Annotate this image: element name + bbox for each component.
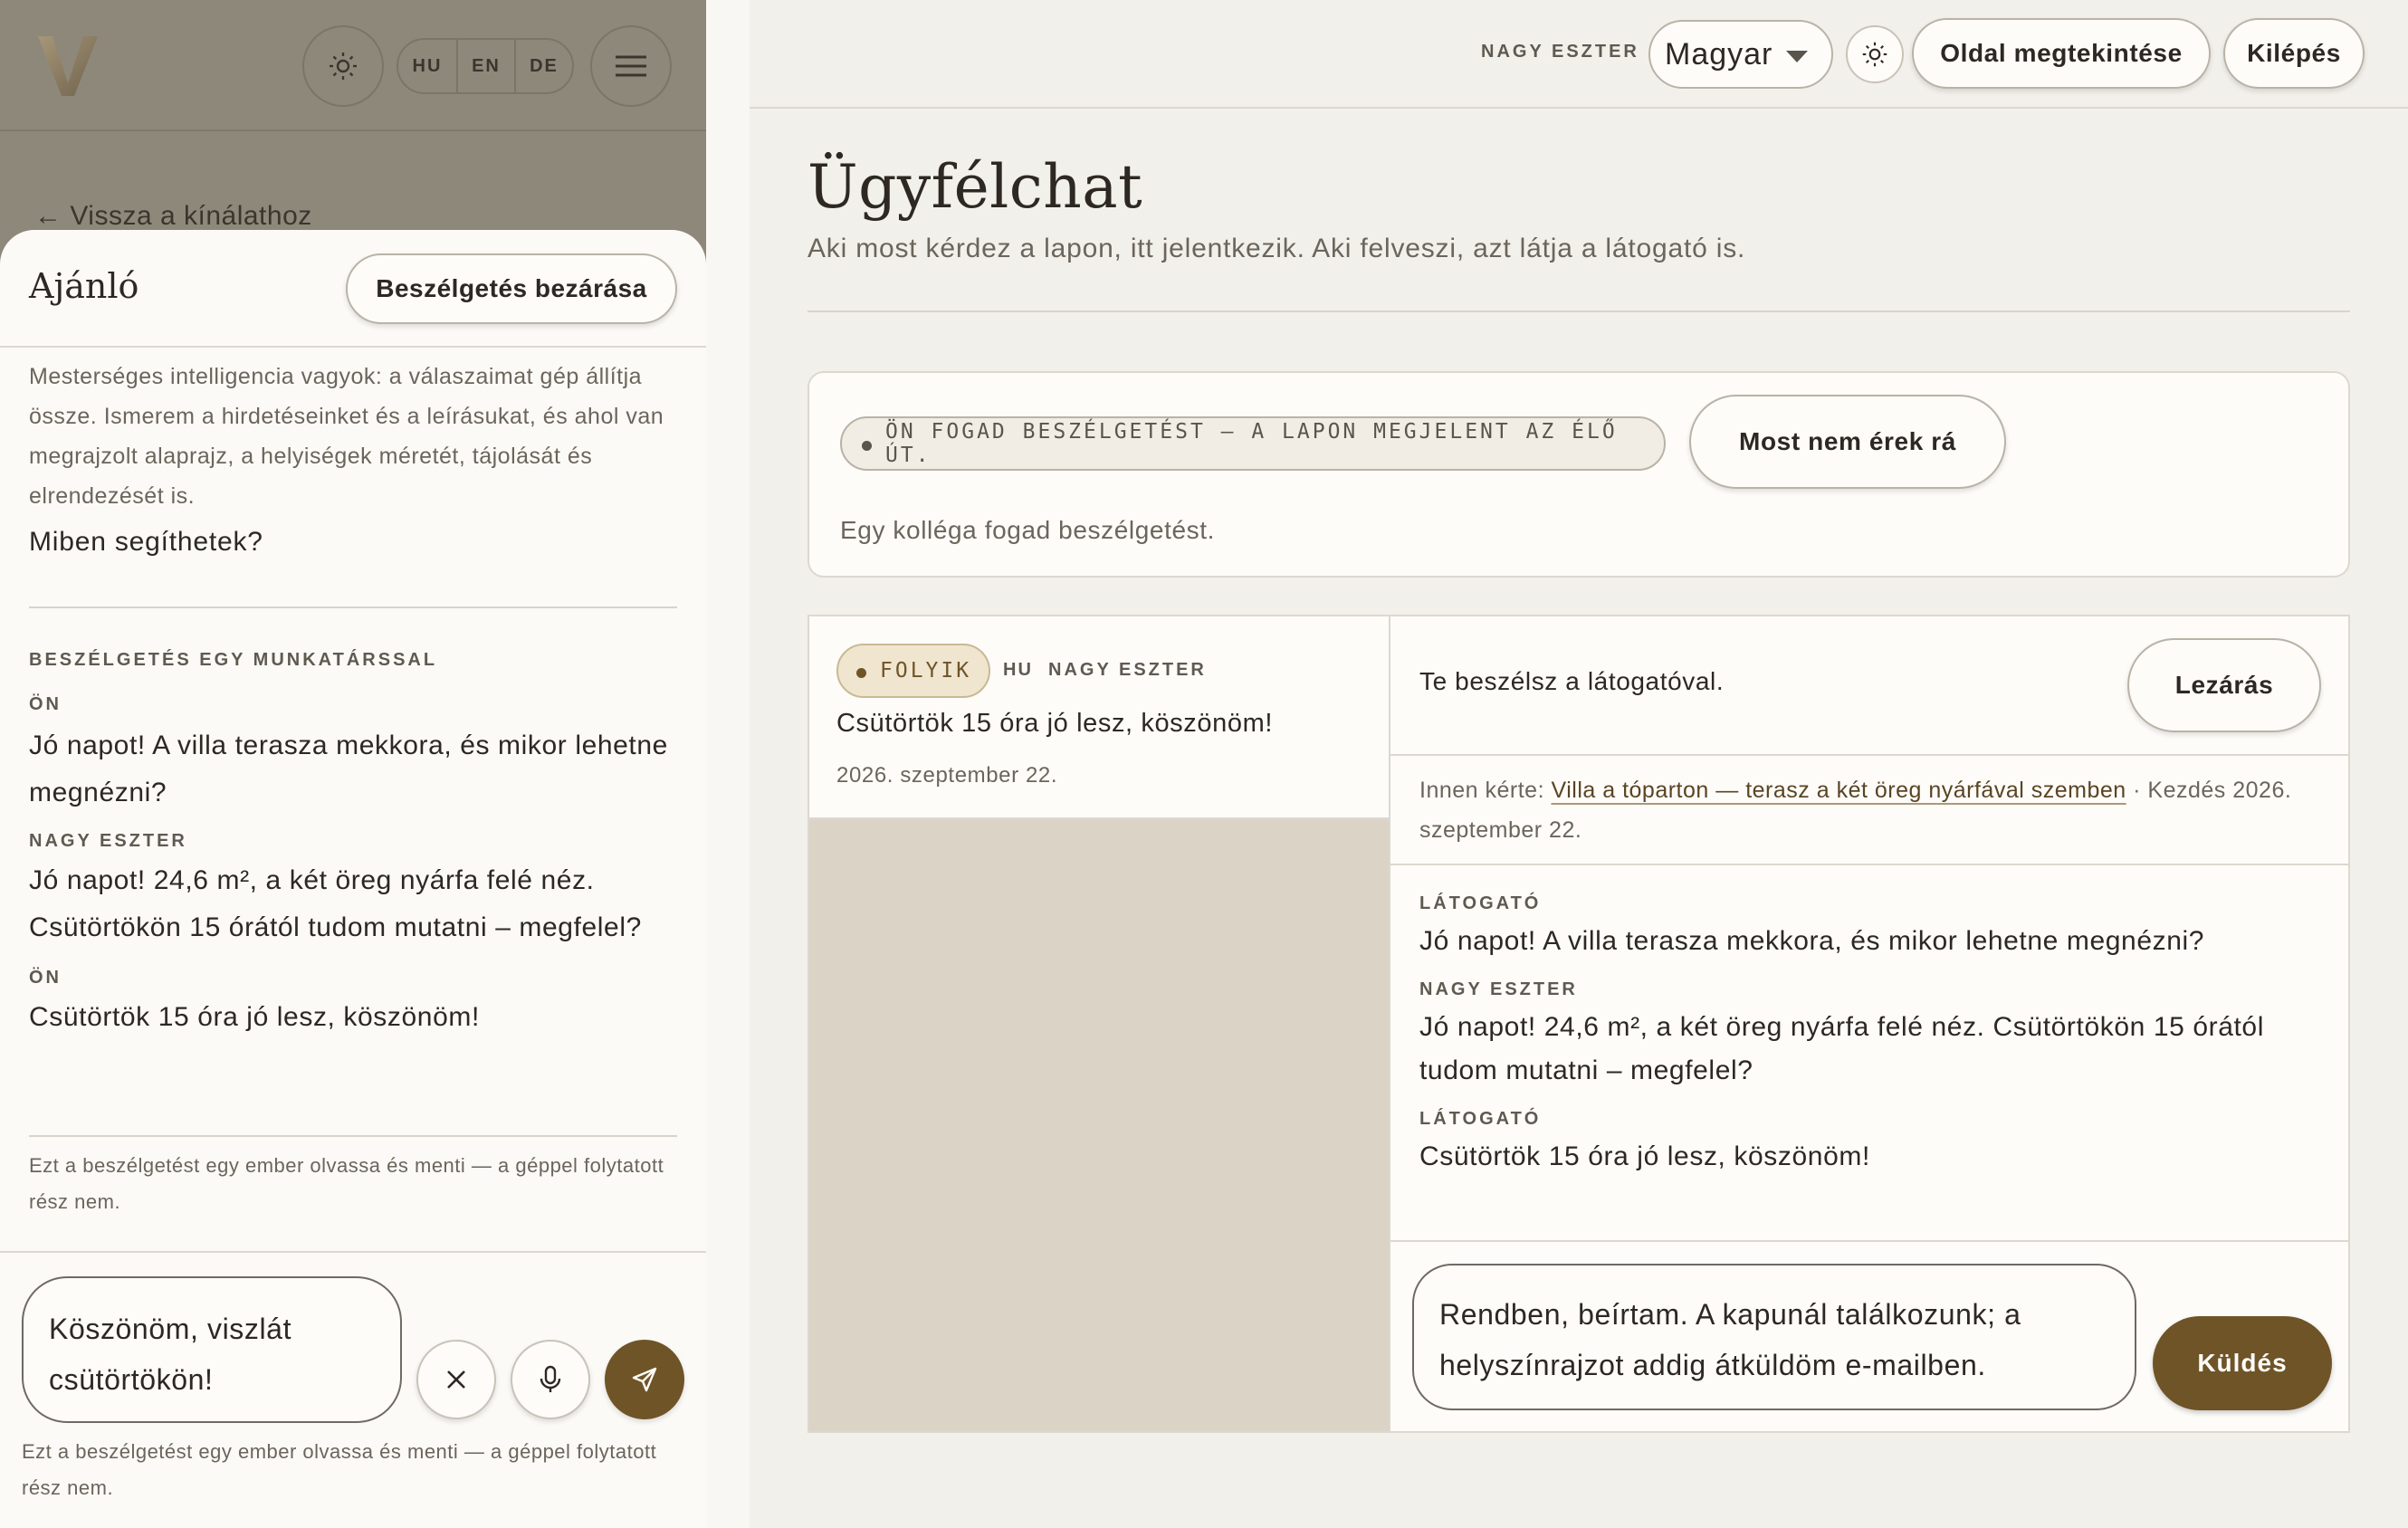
message-sender: NAGY ESZTER <box>29 831 187 851</box>
message-text: Jó napot! A villa terasza mekkora, és mi… <box>29 731 668 807</box>
conversation-detail: Te beszélsz a látogatóval. Lezárás Innen… <box>1390 616 2350 1431</box>
conversation-date: 2026. szeptember 22. <box>836 763 1058 788</box>
admin-topbar: NAGY ESZTER Magyar Oldal megtekintése Ki… <box>750 0 2408 109</box>
current-user: NAGY ESZTER <box>1481 42 1639 62</box>
conversation-list: FOLYIK HU NAGY ESZTER Csütörtök 15 óra j… <box>809 616 1390 1431</box>
ai-intro-text: Mesterséges intelligencia vagyok: a vála… <box>29 364 664 509</box>
availability-card: ÖN FOGAD BESZÉLGETÉST — A LAPON MEGJELEN… <box>807 371 2350 578</box>
status-dot <box>856 668 866 678</box>
lang-en[interactable]: EN <box>456 40 514 92</box>
language-switcher: HU EN DE <box>397 38 574 94</box>
availability-status-text: ÖN FOGAD BESZÉLGETÉST — A LAPON MEGJELEN… <box>885 420 1618 467</box>
page-title: Ügyfélchat <box>807 152 1143 222</box>
message-text: Jó napot! 24,6 m², a két öreg nyárfa fel… <box>1419 1012 2264 1085</box>
availability-status-badge: ÖN FOGAD BESZÉLGETÉST — A LAPON MEGJELEN… <box>840 416 1666 471</box>
clear-button[interactable] <box>416 1340 496 1419</box>
conversation-status-badge: FOLYIK <box>836 644 990 698</box>
message-text: Jó napot! A villa terasza mekkora, és mi… <box>1419 926 2205 956</box>
end-conversation-button[interactable]: Lezárás <box>2127 638 2321 732</box>
conversation-state: Te beszélsz a látogatóval. <box>1419 667 1725 695</box>
logout-button[interactable]: Kilépés <box>2223 18 2365 89</box>
divider <box>29 1135 677 1137</box>
menu-button[interactable] <box>590 25 672 107</box>
divider <box>1390 864 2350 865</box>
message-sender: NAGY ESZTER <box>1419 979 1578 999</box>
conversation-agent: NAGY ESZTER <box>1048 660 1207 680</box>
section-label: BESZÉLGETÉS EGY MUNKATÁRSSAL <box>29 650 438 670</box>
lang-hu[interactable]: HU <box>398 40 456 92</box>
divider <box>807 310 2350 312</box>
message-sender: LÁTOGATÓ <box>1419 1109 1542 1129</box>
chat-drawer-title: Ajánló <box>29 266 139 306</box>
view-page-button[interactable]: Oldal megtekintése <box>1912 18 2211 89</box>
page-subtitle: Aki most kérdez a lapon, itt jelentkezik… <box>807 234 1746 263</box>
lang-de[interactable]: DE <box>514 40 572 92</box>
theme-toggle-button[interactable] <box>302 25 384 107</box>
message-thread: LÁTOGATÓ Jó napot! A villa terasza mekko… <box>1419 893 2325 1179</box>
status-dot <box>862 441 872 451</box>
meta-prefix: Innen kérte: <box>1419 778 1552 803</box>
logo-v-icon[interactable] <box>36 33 100 98</box>
privacy-note: Ezt a beszélgetést egy ember olvassa és … <box>22 1440 657 1499</box>
reply-composer: Rendben, beírtam. A kapunál találkozunk;… <box>1390 1240 2350 1432</box>
reply-input[interactable]: Rendben, beírtam. A kapunál találkozunk;… <box>1412 1264 2136 1410</box>
chat-composer: Köszönöm, viszlát csütörtökön! Ezt a bes… <box>0 1251 706 1528</box>
conversation-status-text: FOLYIK <box>880 659 972 683</box>
source-listing-link[interactable]: Villa a tóparton — terasz a két öreg nyá… <box>1551 778 2126 803</box>
site-header: HU EN DE <box>0 0 706 131</box>
message-text: Csütörtök 15 óra jó lesz, köszönöm! <box>1419 1141 1870 1171</box>
chat-drawer-header: Ajánló Beszélgetés bezárása <box>0 230 706 348</box>
language-select-value: Magyar <box>1665 36 1773 72</box>
theme-toggle-button[interactable] <box>1846 25 1904 83</box>
back-to-listings-link[interactable]: ← Vissza a kínálathoz <box>34 201 312 232</box>
ai-question: Miben segíthetek? <box>29 527 263 557</box>
menu-icon <box>616 55 646 77</box>
conversation-list-item[interactable]: FOLYIK HU NAGY ESZTER Csütörtök 15 óra j… <box>809 616 1389 819</box>
caret-down-icon <box>1786 51 1808 62</box>
message-sender: ÖN <box>29 968 62 988</box>
panel-divider <box>706 0 750 1528</box>
privacy-note: Ezt a beszélgetést egy ember olvassa és … <box>29 1154 664 1213</box>
message-sender: LÁTOGATÓ <box>1419 893 1542 913</box>
visitor-site-panel: HU EN DE ← Vissza a kínálathoz Ajánló Be… <box>0 0 706 1528</box>
send-icon <box>632 1367 657 1392</box>
mic-icon <box>540 1365 561 1392</box>
not-now-button[interactable]: Most nem érek rá <box>1689 395 2006 489</box>
microphone-button[interactable] <box>511 1340 590 1419</box>
message-sender: ÖN <box>29 694 62 714</box>
sun-icon <box>330 53 357 80</box>
divider <box>29 606 677 608</box>
conversation-last-message: Csütörtök 15 óra jó lesz, köszönöm! <box>836 709 1273 738</box>
close-icon <box>447 1370 465 1389</box>
chat-input[interactable]: Köszönöm, viszlát csütörtökön! <box>22 1276 402 1423</box>
conversation-meta: Innen kérte: Villa a tóparton — terasz a… <box>1419 770 2325 850</box>
conversation-detail-header: Te beszélsz a látogatóval. Lezárás <box>1390 616 2350 756</box>
send-button[interactable] <box>605 1340 684 1419</box>
close-conversation-button[interactable]: Beszélgetés bezárása <box>346 253 677 324</box>
sun-icon <box>1862 42 1887 67</box>
language-select[interactable]: Magyar <box>1648 20 1833 89</box>
availability-note: Egy kolléga fogad beszélgetést. <box>840 516 1215 544</box>
message-text: Jó napot! 24,6 m², a két öreg nyárfa fel… <box>29 865 642 942</box>
send-reply-button[interactable]: Küldés <box>2153 1316 2332 1410</box>
conversation-language: HU <box>1003 660 1033 680</box>
human-conversation: BESZÉLGETÉS EGY MUNKATÁRSSAL ÖN Jó napot… <box>29 635 677 1041</box>
message-text: Csütörtök 15 óra jó lesz, köszönöm! <box>29 1002 480 1032</box>
conversation-panel: FOLYIK HU NAGY ESZTER Csütörtök 15 óra j… <box>807 615 2350 1433</box>
